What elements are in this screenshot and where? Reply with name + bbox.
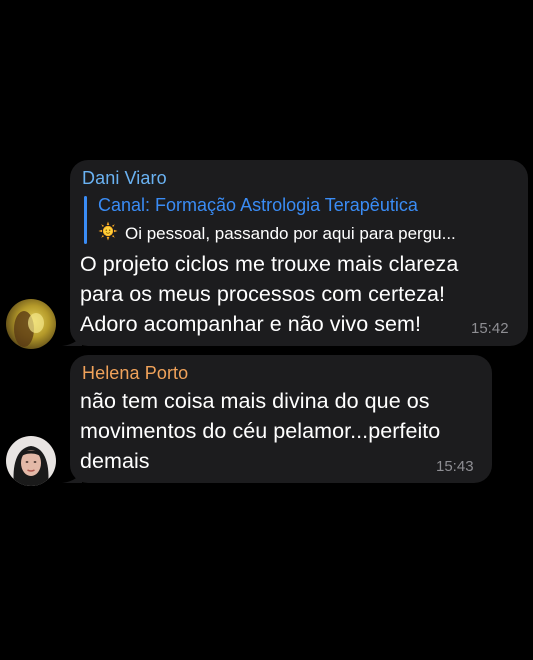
message-timestamp: 15:43 (436, 458, 474, 475)
message-bubble[interactable]: Helena Porto não tem coisa mais divina d… (62, 355, 492, 483)
sender-name[interactable]: Helena Porto (82, 363, 188, 384)
avatar-photo-icon (6, 436, 56, 486)
message-bubble[interactable]: Dani Viaro Canal: Formação Astrologia Te… (62, 160, 528, 346)
avatar[interactable] (6, 436, 56, 486)
bubble-tail (62, 465, 82, 483)
sun-emoji-icon (98, 221, 118, 246)
avatar-photo-icon (6, 299, 56, 349)
sender-name[interactable]: Dani Viaro (82, 168, 167, 189)
message-text-line: Adoro acompanhar e não vivo sem! (80, 312, 422, 336)
message-text-line: movimentos do céu pelamor...perfeito (80, 419, 441, 443)
avatar[interactable] (6, 299, 56, 349)
message-timestamp: 15:42 (471, 320, 509, 337)
reply-text: Oi pessoal, passando por aqui para pergu… (125, 223, 456, 243)
message-text-line: demais (80, 449, 150, 473)
reply-title[interactable]: Canal: Formação Astrologia Terapêutica (98, 195, 418, 216)
bubble-tail (62, 328, 82, 346)
message-text-line: O projeto ciclos me trouxe mais clareza (80, 252, 459, 276)
reply-accent-bar (84, 196, 87, 244)
message-text-line: para os meus processos com certeza! (80, 282, 446, 306)
message-text-line: não tem coisa mais divina do que os (80, 389, 430, 413)
reply-preview[interactable]: Oi pessoal, passando por aqui para pergu… (98, 221, 456, 246)
